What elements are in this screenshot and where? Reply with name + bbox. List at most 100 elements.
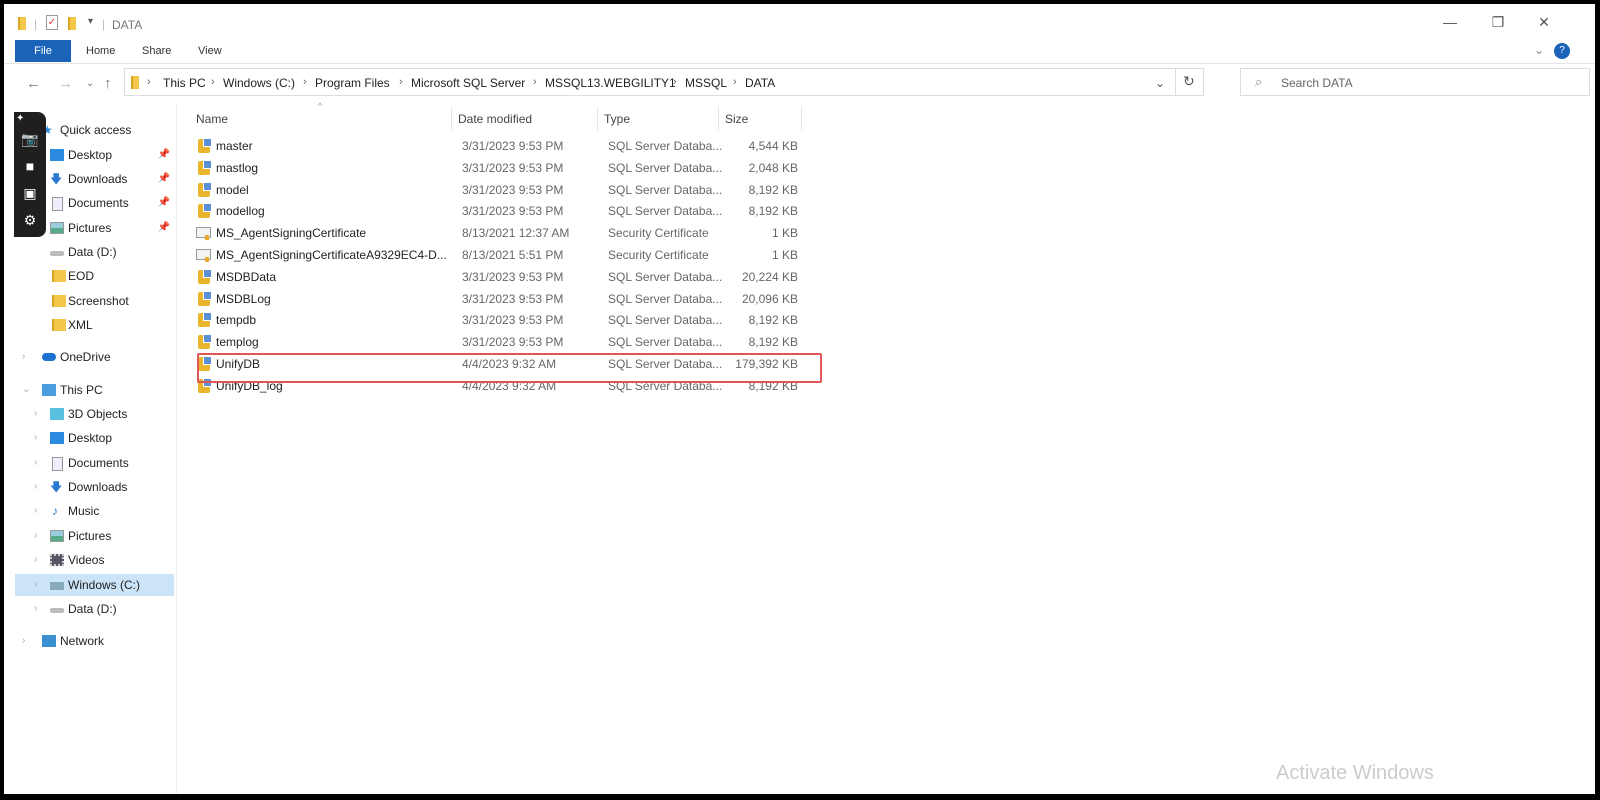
breadcrumb-mssql[interactable]: MSSQL <box>685 76 727 90</box>
breadcrumb-windows-c[interactable]: Windows (C:) <box>223 76 295 90</box>
nav-data-d[interactable]: Data (D:) <box>18 241 174 263</box>
tab-share[interactable]: Share <box>142 40 171 62</box>
properties-icon[interactable]: ✓ <box>46 15 58 30</box>
settings-icon[interactable]: ⚙ <box>14 207 46 234</box>
pin-icon[interactable]: 📌 <box>158 168 170 190</box>
column-headers: ^ Name Date modified Type Size <box>190 101 810 131</box>
database-file-icon <box>198 268 212 284</box>
file-name: MSDBData <box>216 269 277 284</box>
nav-this-pc[interactable]: ⌄ This PC <box>18 379 174 401</box>
cloud-icon <box>42 353 56 361</box>
pin-icon[interactable]: 📌 <box>158 144 170 166</box>
file-date: 3/31/2023 9:53 PM <box>462 313 564 328</box>
pin-icon[interactable]: 📌 <box>158 217 170 239</box>
nav-screenshot[interactable]: Screenshot <box>18 290 174 312</box>
expand-arrow-icon[interactable]: › <box>22 346 25 368</box>
file-size: 1 KB <box>771 248 798 262</box>
window-title: DATA <box>112 18 143 32</box>
address-dropdown-icon[interactable]: ⌄ <box>1155 76 1165 90</box>
file-row[interactable]: model 3/31/2023 9:53 PM SQL Server Datab… <box>194 179 810 201</box>
database-file-icon <box>198 290 212 306</box>
file-type: Security Certificate <box>608 226 709 241</box>
expand-arrow-icon[interactable]: › <box>22 630 25 652</box>
column-name[interactable]: Name <box>190 107 452 131</box>
breadcrumb-program-files[interactable]: Program Files <box>315 76 390 90</box>
breadcrumb-this-pc[interactable]: This PC <box>163 76 206 90</box>
file-type: Security Certificate <box>608 248 709 262</box>
forward-button[interactable]: → <box>58 75 73 92</box>
nav-pc-downloads[interactable]: › 🡇 Downloads <box>18 476 174 498</box>
new-folder-icon[interactable] <box>68 17 76 30</box>
customize-toolbar-icon[interactable]: ▾ <box>88 16 93 27</box>
up-button[interactable]: ↑ <box>104 75 112 92</box>
pin-icon[interactable]: ✦ <box>14 112 46 126</box>
capture-toolbar: ✦ 📷 ■ ▣ ⚙ <box>14 112 46 237</box>
file-type: SQL Server Databa... <box>608 335 723 350</box>
nav-pc-documents[interactable]: › Documents <box>18 452 174 474</box>
nav-pc-pictures[interactable]: › Pictures <box>18 525 174 547</box>
file-row[interactable]: templog 3/31/2023 9:53 PM SQL Server Dat… <box>194 331 810 353</box>
nav-network[interactable]: › Network <box>18 630 174 652</box>
column-type[interactable]: Type <box>598 107 719 131</box>
refresh-icon[interactable]: ↻ <box>1183 73 1195 90</box>
recent-locations-button[interactable]: ⌄ <box>86 78 94 89</box>
nav-music[interactable]: › ♪ Music <box>18 500 174 522</box>
nav-windows-c[interactable]: › Windows (C:) <box>15 574 174 596</box>
file-row[interactable]: MS_AgentSigningCertificate 8/13/2021 12:… <box>194 222 810 244</box>
expand-ribbon-icon[interactable]: ⌄ <box>1534 43 1544 57</box>
pane-divider[interactable] <box>176 104 177 794</box>
gallery-icon[interactable]: ▣ <box>14 180 46 207</box>
minimize-button[interactable]: — <box>1440 14 1460 30</box>
pin-icon[interactable]: 📌 <box>158 192 170 214</box>
nav-eod[interactable]: EOD <box>18 265 174 287</box>
address-bar[interactable]: › This PC › Windows (C:) › Program Files… <box>124 68 1204 96</box>
drive-icon <box>50 608 64 613</box>
file-date: 3/31/2023 9:53 PM <box>462 269 564 284</box>
file-row[interactable]: modellog 3/31/2023 9:53 PM SQL Server Da… <box>194 200 810 222</box>
maximize-button[interactable]: ❐ <box>1488 14 1508 31</box>
breadcrumb-mssql13[interactable]: MSSQL13.WEBGILITY1 <box>545 76 676 90</box>
download-icon: 🡇 <box>50 480 63 494</box>
file-name: MS_AgentSigningCertificateA9329EC4-D... <box>216 248 447 262</box>
nav-videos[interactable]: › Videos <box>18 549 174 571</box>
nav-pc-desktop[interactable]: › Desktop <box>18 427 174 449</box>
help-icon[interactable]: ? <box>1554 43 1570 59</box>
activate-windows-watermark: Activate Windows <box>1276 762 1434 784</box>
search-input[interactable]: ⌕ Search DATA <box>1240 68 1590 96</box>
separator: | <box>102 17 106 31</box>
column-date-modified[interactable]: Date modified <box>452 107 598 131</box>
camera-icon[interactable]: 📷 <box>14 126 46 153</box>
file-type: SQL Server Databa... <box>608 291 723 306</box>
database-file-icon <box>198 159 212 175</box>
file-date: 3/31/2023 9:53 PM <box>462 204 564 219</box>
file-row[interactable]: MS_AgentSigningCertificateA9329EC4-D... … <box>194 244 810 266</box>
nav-xml[interactable]: XML <box>18 314 174 336</box>
collapse-arrow-icon[interactable]: ⌄ <box>22 379 30 401</box>
nav-onedrive[interactable]: › OneDrive <box>18 346 174 368</box>
breadcrumb-data[interactable]: DATA <box>745 76 775 90</box>
computer-icon <box>42 384 56 396</box>
nav-pc-data-d[interactable]: › Data (D:) <box>18 598 174 620</box>
file-row[interactable]: MSDBData 3/31/2023 9:53 PM SQL Server Da… <box>194 266 810 288</box>
file-row[interactable]: master 3/31/2023 9:53 PM SQL Server Data… <box>194 135 810 157</box>
file-type: SQL Server Databa... <box>608 160 723 175</box>
tab-file[interactable]: File <box>15 40 71 62</box>
file-row[interactable]: tempdb 3/31/2023 9:53 PM SQL Server Data… <box>194 309 810 331</box>
video-camera-icon[interactable]: ■ <box>14 153 46 180</box>
ribbon-tabs: File Home Share View ⌄ ? <box>4 40 1595 64</box>
file-size: 2,048 KB <box>748 160 798 175</box>
nav-3d-objects[interactable]: › 3D Objects <box>18 403 174 425</box>
certificate-file-icon <box>196 227 211 241</box>
column-size[interactable]: Size <box>719 107 802 131</box>
tab-view[interactable]: View <box>198 40 222 62</box>
file-row[interactable]: MSDBLog 3/31/2023 9:53 PM SQL Server Dat… <box>194 288 810 310</box>
database-file-icon <box>198 312 212 328</box>
file-type: SQL Server Databa... <box>608 313 723 328</box>
file-date: 3/31/2023 9:53 PM <box>462 160 564 175</box>
file-row[interactable]: mastlog 3/31/2023 9:53 PM SQL Server Dat… <box>194 157 810 179</box>
tab-home[interactable]: Home <box>86 40 115 62</box>
breadcrumb-mssql-server[interactable]: Microsoft SQL Server <box>411 76 525 90</box>
back-button[interactable]: ← <box>26 75 41 92</box>
file-size: 8,192 KB <box>748 313 798 328</box>
close-button[interactable]: ✕ <box>1534 14 1554 31</box>
